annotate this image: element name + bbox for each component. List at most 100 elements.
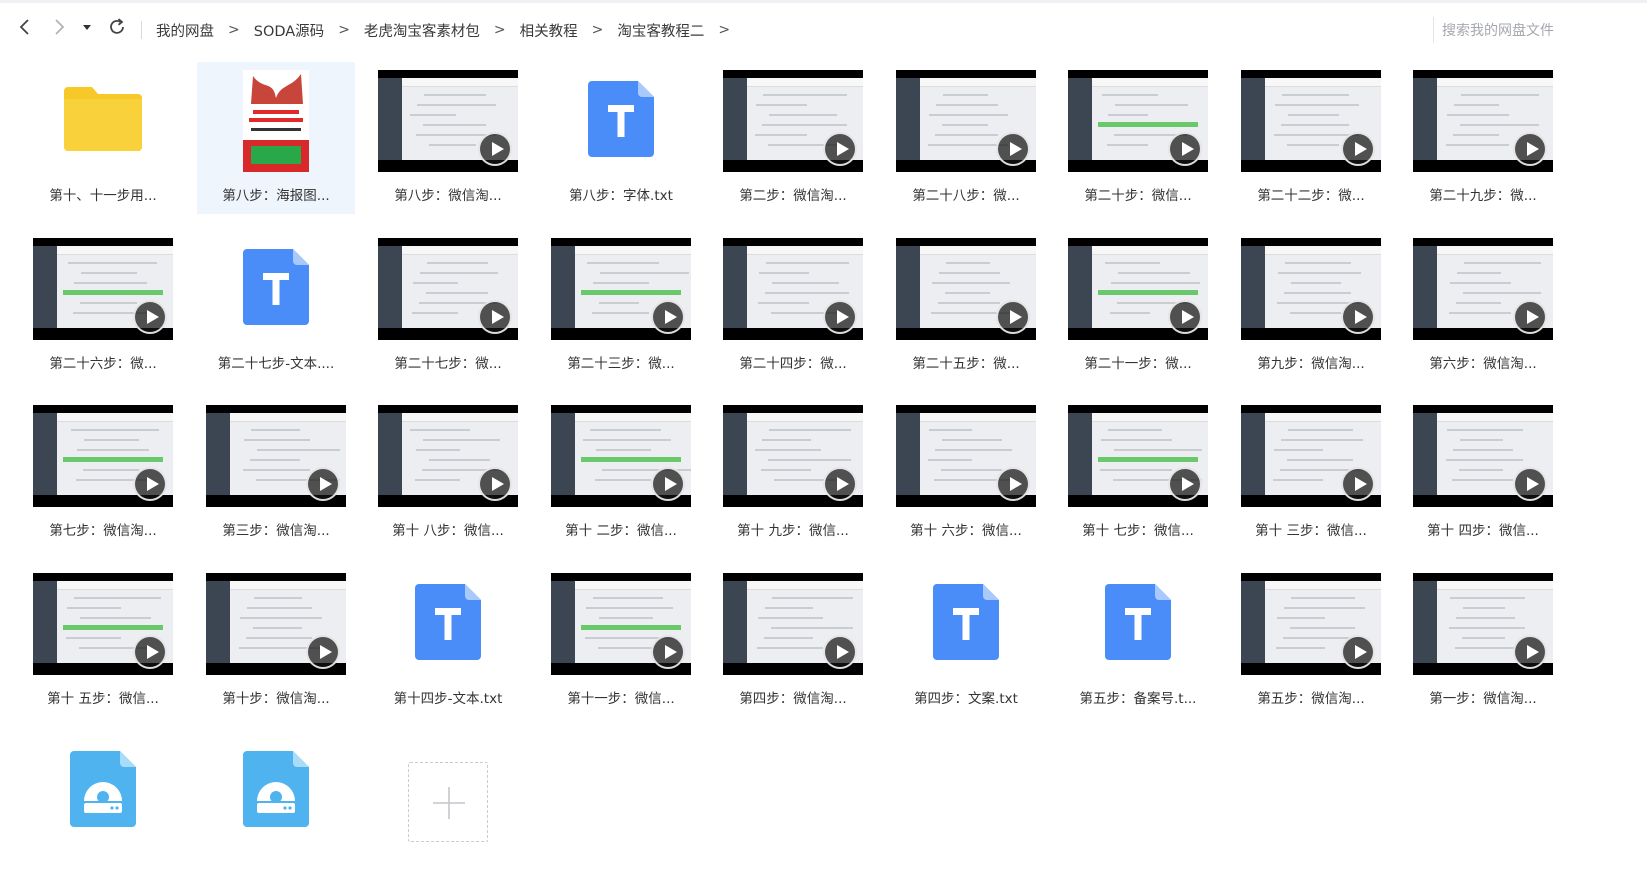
file-item[interactable]: 第十四步-文本.txt (369, 565, 527, 717)
file-item[interactable]: 第十 七步：微信... (1059, 397, 1217, 549)
file-name: 第二十三步：微... (567, 356, 675, 372)
file-item[interactable]: 第十 四步：微信... (1404, 397, 1562, 549)
file-name: 第十四步-文本.txt (393, 691, 503, 707)
play-icon (1168, 300, 1202, 334)
breadcrumb-item-material-pack[interactable]: 老虎淘宝客素材包 (364, 20, 480, 41)
file-item[interactable]: 第二十九步：微... (1404, 62, 1562, 214)
breadcrumb: 我的网盘 > SODA源码 > 老虎淘宝客素材包 > 相关教程 > 淘宝客教程二… (156, 18, 744, 42)
play-icon (1341, 132, 1375, 166)
play-icon (823, 635, 857, 669)
video-thumbnail (723, 70, 863, 172)
file-item[interactable]: 第十 五步：微信... (24, 565, 182, 717)
file-item[interactable]: 第二十四步：微... (714, 230, 872, 382)
play-icon (996, 132, 1030, 166)
breadcrumb-item-soda[interactable]: SODA源码 (254, 20, 324, 41)
file-item[interactable]: 第二十步：微信... (1059, 62, 1217, 214)
file-name: 第二十一步：微... (1084, 356, 1192, 372)
file-item[interactable]: 第二十七步：微... (369, 230, 527, 382)
file-name: 第二十九步：微... (1429, 188, 1537, 204)
forward-icon[interactable] (48, 16, 70, 38)
video-thumbnail (551, 573, 691, 675)
search-divider (1433, 17, 1434, 43)
video-thumbnail (206, 573, 346, 675)
search-input[interactable] (1440, 17, 1644, 45)
file-item[interactable]: 第三步：微信淘... (197, 397, 355, 549)
file-item[interactable]: 第十 二步：微信... (542, 397, 700, 549)
video-thumbnail (723, 238, 863, 340)
play-icon (1168, 132, 1202, 166)
file-item[interactable]: 第二步：微信淘... (714, 62, 872, 214)
file-item[interactable]: 第五步：微信淘... (1232, 565, 1390, 717)
breadcrumb-separator: > (338, 22, 350, 38)
play-icon (306, 635, 340, 669)
file-item[interactable]: 第二十八步：微... (887, 62, 1045, 214)
folder-icon (64, 87, 142, 155)
breadcrumb-expand[interactable]: > (718, 22, 730, 38)
breadcrumb-separator: > (591, 22, 604, 38)
video-thumbnail (1413, 573, 1553, 675)
play-icon (133, 300, 167, 334)
file-item[interactable]: 第二十一步：微... (1059, 230, 1217, 382)
video-thumbnail (1068, 405, 1208, 507)
file-item[interactable]: 第十 三步：微信... (1232, 397, 1390, 549)
file-name: 第二十八步：微... (912, 188, 1020, 204)
archive-file-icon (243, 751, 309, 831)
video-thumbnail (1241, 573, 1381, 675)
file-item[interactable]: 第二十五步：微... (887, 230, 1045, 382)
file-item[interactable]: 第十步：微信淘... (197, 565, 355, 717)
play-icon (306, 467, 340, 501)
file-item[interactable]: 第二十三步：微... (542, 230, 700, 382)
file-item[interactable]: 第二十七步-文本.... (197, 230, 355, 382)
file-name: 第九步：微信淘... (1257, 356, 1365, 372)
back-icon[interactable] (14, 16, 36, 38)
play-icon (1513, 132, 1547, 166)
file-item[interactable]: 第十一步：微信... (542, 565, 700, 717)
file-name: 第八步：字体.txt (569, 188, 673, 204)
video-thumbnail (1068, 70, 1208, 172)
file-item[interactable]: 第九步：微信淘... (1232, 230, 1390, 382)
video-thumbnail (378, 70, 518, 172)
breadcrumb-item-root[interactable]: 我的网盘 (156, 20, 214, 41)
breadcrumb-item-tutorials[interactable]: 相关教程 (520, 20, 578, 41)
file-item[interactable]: 第六步：微信淘... (1404, 230, 1562, 382)
file-item[interactable]: 第八步：字体.txt (542, 62, 700, 214)
file-item[interactable]: 第八步：海报图... (197, 62, 355, 214)
file-item[interactable]: 第二十二步：微... (1232, 62, 1390, 214)
play-icon (823, 300, 857, 334)
video-thumbnail (1068, 238, 1208, 340)
file-name: 第十 六步：微信... (910, 523, 1022, 539)
file-item[interactable]: 第五步：备案号.t... (1059, 565, 1217, 717)
text-file-icon (1105, 584, 1171, 664)
file-item[interactable]: 第十 八步：微信... (369, 397, 527, 549)
breadcrumb-separator: > (493, 22, 506, 38)
file-name: 第十步：微信淘... (222, 691, 330, 707)
history-dropdown-icon[interactable] (80, 16, 94, 38)
play-icon (996, 300, 1030, 334)
file-item[interactable]: 第四步：微信淘... (714, 565, 872, 717)
play-icon (1341, 635, 1375, 669)
folder-item[interactable]: 第十、十一步用... (24, 62, 182, 214)
file-item[interactable]: 第二十六步：微... (24, 230, 182, 382)
file-name: 第十 五步：微信... (47, 691, 159, 707)
video-thumbnail (33, 238, 173, 340)
file-item[interactable]: 第四步：文案.txt (887, 565, 1045, 717)
text-file-icon (415, 584, 481, 664)
file-name: 第六步：微信淘... (1429, 356, 1537, 372)
file-item[interactable]: 第八步：微信淘... (369, 62, 527, 214)
file-name: 第十 二步：微信... (565, 523, 677, 539)
file-name: 第七步：微信淘... (49, 523, 157, 539)
file-name: 第二十四步：微... (739, 356, 847, 372)
refresh-icon[interactable] (106, 16, 128, 38)
file-item[interactable]: 第十 九步：微信... (714, 397, 872, 549)
file-item[interactable]: 第七步：微信淘... (24, 397, 182, 549)
video-thumbnail (206, 405, 346, 507)
file-item[interactable]: 第一步：微信淘... (1404, 565, 1562, 717)
breadcrumb-item-current[interactable]: 淘宝客教程二 (617, 20, 704, 41)
play-icon (1341, 300, 1375, 334)
video-thumbnail (1413, 405, 1553, 507)
file-item[interactable]: 第十 六步：微信... (887, 397, 1045, 549)
add-file-button[interactable] (408, 762, 488, 842)
file-item[interactable] (197, 732, 355, 884)
file-item[interactable] (24, 732, 182, 884)
play-icon (651, 635, 685, 669)
